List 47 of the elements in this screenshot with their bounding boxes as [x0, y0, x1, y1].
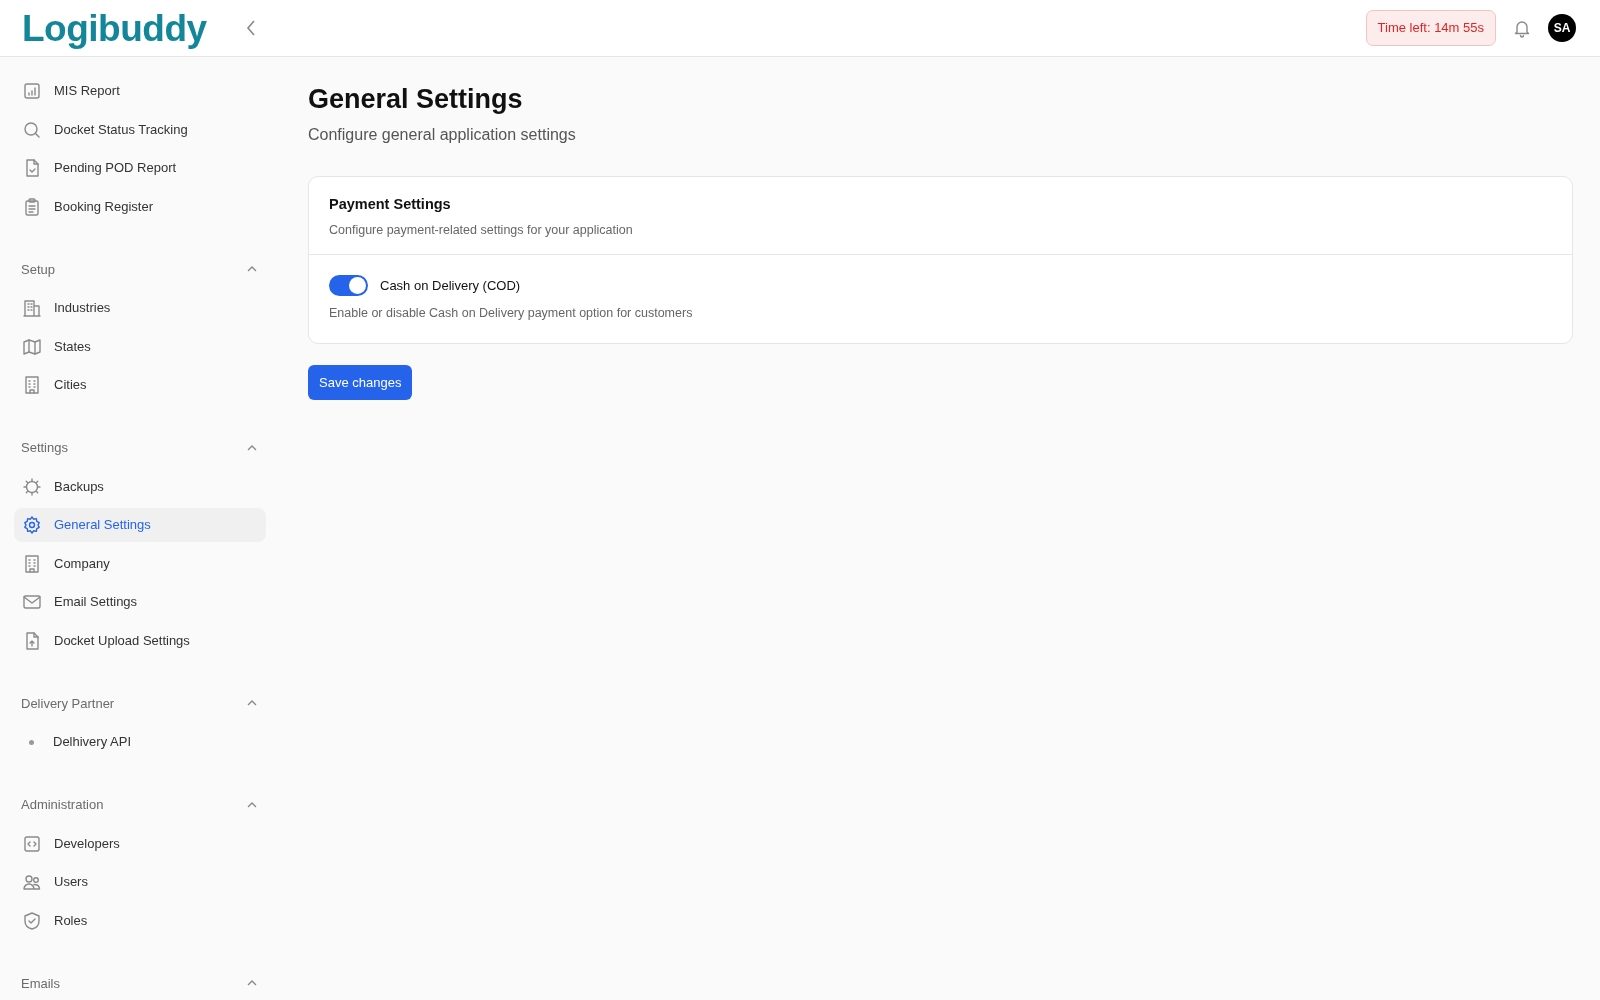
setting-help-text: Enable or disable Cash on Delivery payment option for customers [329, 304, 694, 322]
time-left-badge: Time left: 14m 55s [1365, 10, 1496, 46]
section-header[interactable]: Delivery Partner [14, 693, 266, 713]
map-icon [22, 336, 42, 357]
building-icon [22, 553, 42, 574]
sidebar-item[interactable]: States [14, 329, 266, 364]
sidebar-item[interactable]: Cities [14, 368, 266, 402]
sidebar-item[interactable]: Industries [14, 291, 266, 325]
sidebar-item[interactable]: Docket Upload Settings [14, 623, 266, 658]
page-title: General Settings [308, 83, 524, 116]
save-button[interactable]: Save changes [308, 364, 413, 401]
section-header[interactable]: Setup [14, 259, 266, 279]
page-subtitle: Configure general application settings [308, 125, 577, 146]
card-description: Configure payment-related settings for your application [329, 222, 634, 240]
chevron-left-icon[interactable] [244, 19, 257, 37]
sidebar-item[interactable]: Developers [14, 826, 266, 861]
sidebar-item[interactable]: Docket Status Tracking [14, 112, 266, 147]
sidebar-item[interactable]: General Settings [14, 508, 266, 542]
sidebar-item[interactable]: Delhivery API [14, 725, 266, 759]
toggle-switch[interactable] [329, 274, 368, 296]
section-header[interactable]: Emails [14, 973, 266, 993]
search-icon [22, 119, 42, 140]
sidebar-item[interactable]: Backups [14, 469, 266, 504]
section-header[interactable]: Settings [14, 438, 266, 458]
building-icon [22, 375, 42, 395]
sidebar-item[interactable]: Roles [14, 903, 266, 938]
logo[interactable]: Logibuddy [22, 9, 207, 47]
chart-icon [22, 81, 42, 101]
sidebar-item[interactable]: Users [14, 865, 266, 899]
clipboard-icon [22, 196, 42, 217]
sidebar-item[interactable]: Email Settings [14, 585, 266, 619]
building-icon [22, 298, 42, 318]
sidebar-item[interactable]: Pending POD Report [14, 151, 266, 185]
sidebar-item[interactable]: Booking Register [14, 189, 266, 224]
card-title: Payment Settings [329, 195, 452, 215]
bullet-icon [29, 739, 34, 745]
notification-bell-icon[interactable] [1512, 18, 1532, 38]
shield-icon [22, 910, 42, 931]
sidebar-item[interactable]: MIS Report [14, 74, 266, 108]
sidebar-item[interactable]: Company [14, 546, 266, 581]
envelope-icon [22, 592, 42, 612]
section-header[interactable]: Administration [14, 795, 266, 815]
code-icon [22, 833, 42, 854]
user-avatar[interactable]: SA [1548, 14, 1576, 42]
settings-icon [22, 515, 42, 535]
setting-label: Cash on Delivery (COD) [380, 276, 521, 295]
users-icon [22, 872, 42, 892]
